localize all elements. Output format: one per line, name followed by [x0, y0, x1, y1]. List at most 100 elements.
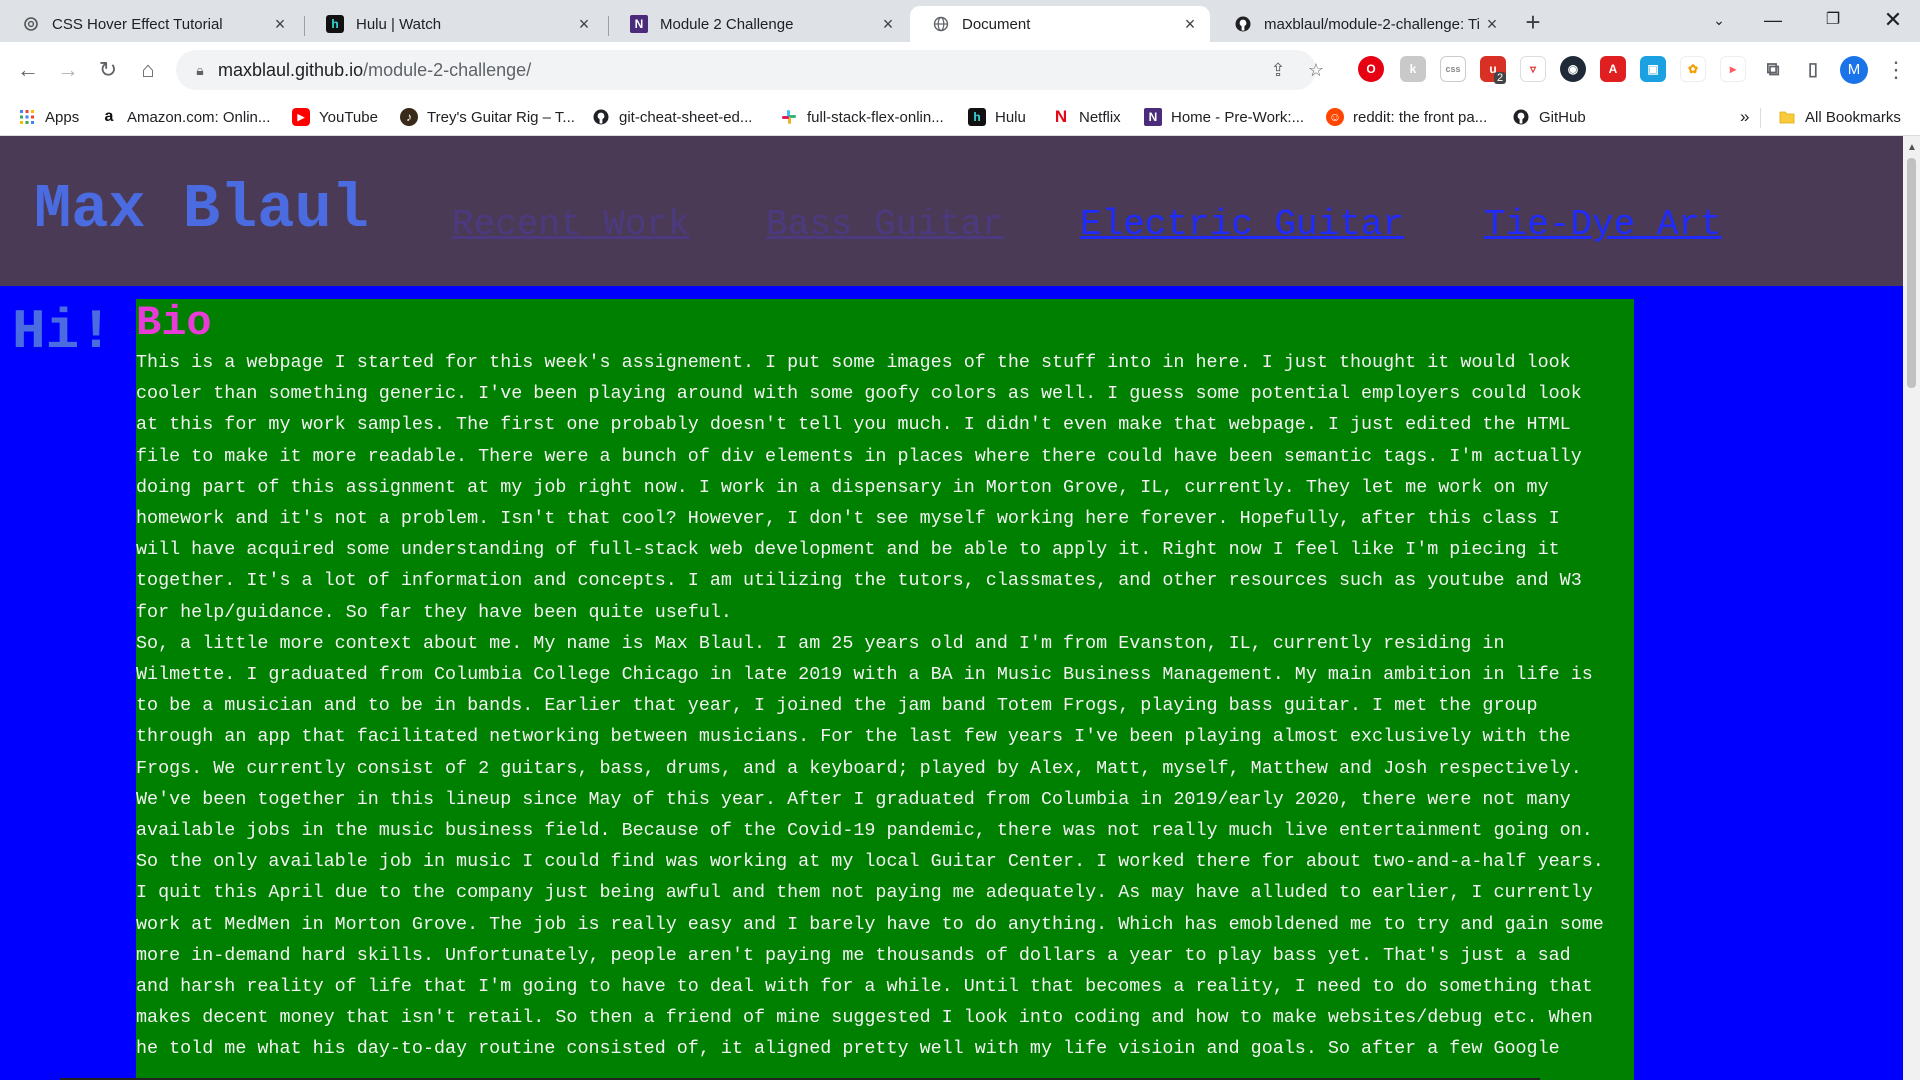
- tab-search-chevron-icon[interactable]: ⌄: [1692, 0, 1746, 40]
- close-icon[interactable]: ×: [574, 14, 594, 35]
- bookmark-github[interactable]: GitHub: [1512, 106, 1586, 128]
- nav-link-tie-dye-art[interactable]: Tie-Dye Art: [1484, 204, 1722, 245]
- bookmarks-bar: Apps a Amazon.com: Onlin... ▶ YouTube ♪ …: [0, 98, 1920, 136]
- bio-line: will have acquired some understanding of…: [136, 539, 1560, 561]
- screen-capture-extension-icon[interactable]: ▣: [1640, 56, 1666, 82]
- bookmark-treys-guitar-rig[interactable]: ♪ Trey's Guitar Rig – T...: [400, 106, 575, 128]
- bookmark-netflix[interactable]: N Netflix: [1052, 106, 1121, 128]
- bio-line: I quit this April due to the company jus…: [136, 882, 1593, 904]
- forward-button[interactable]: →: [52, 54, 84, 86]
- page-scrollbar[interactable]: ▲: [1903, 136, 1920, 1080]
- scroll-up-arrow-icon[interactable]: ▲: [1907, 142, 1917, 153]
- bio-line: So, a little more context about me. My n…: [136, 632, 1505, 654]
- scrollbar-thumb[interactable]: [1907, 158, 1916, 388]
- opera-extension-icon[interactable]: O: [1358, 56, 1384, 82]
- bio-line: makes decent money that isn't retail. So…: [136, 1007, 1593, 1029]
- bio-line: he told me what his day-to-day routine c…: [136, 1038, 1560, 1060]
- url-path: /module-2-challenge/: [363, 60, 532, 80]
- netflix-icon: N: [1054, 107, 1068, 126]
- site-header: Max Blaul Recent Work Bass Guitar Electr…: [0, 136, 1903, 286]
- bio-line: more in-demand hard skills. Unfortunatel…: [136, 944, 1571, 966]
- slack-icon: [780, 108, 798, 126]
- globe-icon: [932, 15, 950, 33]
- site-name: Max Blaul: [34, 174, 369, 245]
- folder-icon: [1778, 108, 1796, 126]
- url-host: maxblaul.github.io: [218, 60, 364, 80]
- tab-title: Hulu | Watch: [356, 15, 442, 33]
- amazon-icon: a: [104, 108, 114, 125]
- bio-line: We've been together in this lineup since…: [136, 788, 1571, 810]
- bio-line: Wilmette. I graduated from Columbia Coll…: [136, 664, 1593, 686]
- address-bar[interactable]: 🔒︎ maxblaul.github.io/module-2-challenge…: [176, 50, 1324, 90]
- bookmark-youtube[interactable]: ▶ YouTube: [292, 106, 378, 128]
- minimize-button[interactable]: —: [1746, 0, 1800, 40]
- bio-line: to be a musician and to be in bands. Ear…: [136, 695, 1538, 717]
- nav-link-electric-guitar[interactable]: Electric Guitar: [1080, 204, 1404, 245]
- url-text[interactable]: maxblaul.github.io/module-2-challenge/: [218, 60, 531, 81]
- hulu-icon: h: [968, 108, 986, 126]
- hulu-icon: h: [326, 15, 344, 33]
- bookmark-label: reddit: the front pa...: [1353, 108, 1488, 126]
- apps-grid-icon: [18, 108, 36, 126]
- close-window-button[interactable]: ✕: [1866, 0, 1920, 40]
- github-icon: [1234, 15, 1252, 33]
- tab-strip: CSS Hover Effect Tutorial × h Hulu | Wat…: [0, 0, 1920, 42]
- reload-button[interactable]: ↻: [92, 54, 124, 86]
- guitar-icon: ♪: [400, 108, 418, 126]
- bookmark-amazon[interactable]: a Amazon.com: Onlin...: [100, 106, 271, 128]
- bookmarks-overflow-button[interactable]: »: [1740, 106, 1749, 128]
- bio-line: and harsh reality of life that I'm going…: [136, 976, 1593, 998]
- home-button[interactable]: ⌂: [132, 54, 164, 86]
- bio-line: at this for my work samples. The first o…: [136, 414, 1571, 436]
- close-icon[interactable]: ×: [1482, 14, 1502, 35]
- new-tab-button[interactable]: +: [1518, 8, 1548, 38]
- tab-title: CSS Hover Effect Tutorial: [52, 15, 223, 33]
- close-icon[interactable]: ×: [878, 14, 898, 35]
- extension-icon[interactable]: k: [1400, 56, 1426, 82]
- reddit-icon: ☺: [1326, 108, 1344, 126]
- restore-button[interactable]: ❐: [1806, 0, 1860, 40]
- bookmark-apps[interactable]: Apps: [18, 106, 79, 128]
- tab-module-2[interactable]: N Module 2 Challenge ×: [608, 6, 908, 42]
- nav-link-bass-guitar[interactable]: Bass Guitar: [766, 204, 1004, 245]
- bio-section: Bio This is a webpage I started for this…: [136, 299, 1634, 1080]
- bookmark-label: Netflix: [1079, 108, 1121, 126]
- close-icon[interactable]: ×: [270, 14, 290, 35]
- tab-title: Module 2 Challenge: [660, 15, 794, 33]
- pocket-extension-icon[interactable]: ▿: [1520, 56, 1546, 82]
- tab-css-hover[interactable]: CSS Hover Effect Tutorial ×: [0, 6, 300, 42]
- tab-github-repo[interactable]: maxblaul/module-2-challenge: Ti ×: [1212, 6, 1512, 42]
- profile-avatar[interactable]: M: [1840, 56, 1868, 84]
- bookmark-git-cheat-sheet[interactable]: git-cheat-sheet-ed...: [592, 106, 752, 128]
- all-bookmarks-folder[interactable]: All Bookmarks: [1778, 106, 1901, 128]
- share-icon[interactable]: ⇪: [1266, 58, 1290, 82]
- bookmark-reddit[interactable]: ☺ reddit: the front pa...: [1326, 106, 1487, 128]
- site-info-icon[interactable]: 🔒︎: [190, 60, 210, 80]
- globe-extension-icon[interactable]: ◉: [1560, 56, 1586, 82]
- bio-line: homework and it's not a problem. Isn't t…: [136, 508, 1560, 530]
- bookmark-star-icon[interactable]: ☆: [1304, 58, 1328, 82]
- nav-link-recent-work[interactable]: Recent Work: [452, 204, 690, 245]
- bookmark-label: full-stack-flex-onlin...: [807, 108, 944, 126]
- side-panel-icon[interactable]: ▯: [1800, 56, 1826, 82]
- menu-kebab-icon[interactable]: ⋮: [1880, 54, 1912, 86]
- bookmark-label: GitHub: [1539, 108, 1586, 126]
- color-picker-extension-icon[interactable]: ✿: [1680, 56, 1706, 82]
- bookmark-full-stack-flex[interactable]: full-stack-flex-onlin...: [780, 106, 944, 128]
- tab-hulu[interactable]: h Hulu | Watch ×: [304, 6, 604, 42]
- n-icon: N: [1144, 108, 1162, 126]
- bio-line: cooler than something generic. I've been…: [136, 383, 1582, 405]
- pdf-extension-icon[interactable]: A: [1600, 56, 1626, 82]
- tab-title: Document: [962, 15, 1031, 33]
- bookmark-hulu[interactable]: h Hulu: [968, 106, 1026, 128]
- bookmark-home-pre-work[interactable]: N Home - Pre-Work:...: [1144, 106, 1304, 128]
- video-extension-icon[interactable]: ▸: [1720, 56, 1746, 82]
- tab-document[interactable]: Document ×: [910, 6, 1210, 42]
- css-extension-icon[interactable]: css: [1440, 56, 1466, 82]
- bio-line: work at MedMen in Morton Grove. The job …: [136, 913, 1604, 935]
- close-icon[interactable]: ×: [1180, 14, 1200, 35]
- bookmark-label: Amazon.com: Onlin...: [127, 108, 271, 126]
- extensions-puzzle-icon[interactable]: ⧉: [1760, 56, 1786, 82]
- bookmark-label: Trey's Guitar Rig – T...: [427, 108, 575, 126]
- back-button[interactable]: ←: [12, 54, 44, 86]
